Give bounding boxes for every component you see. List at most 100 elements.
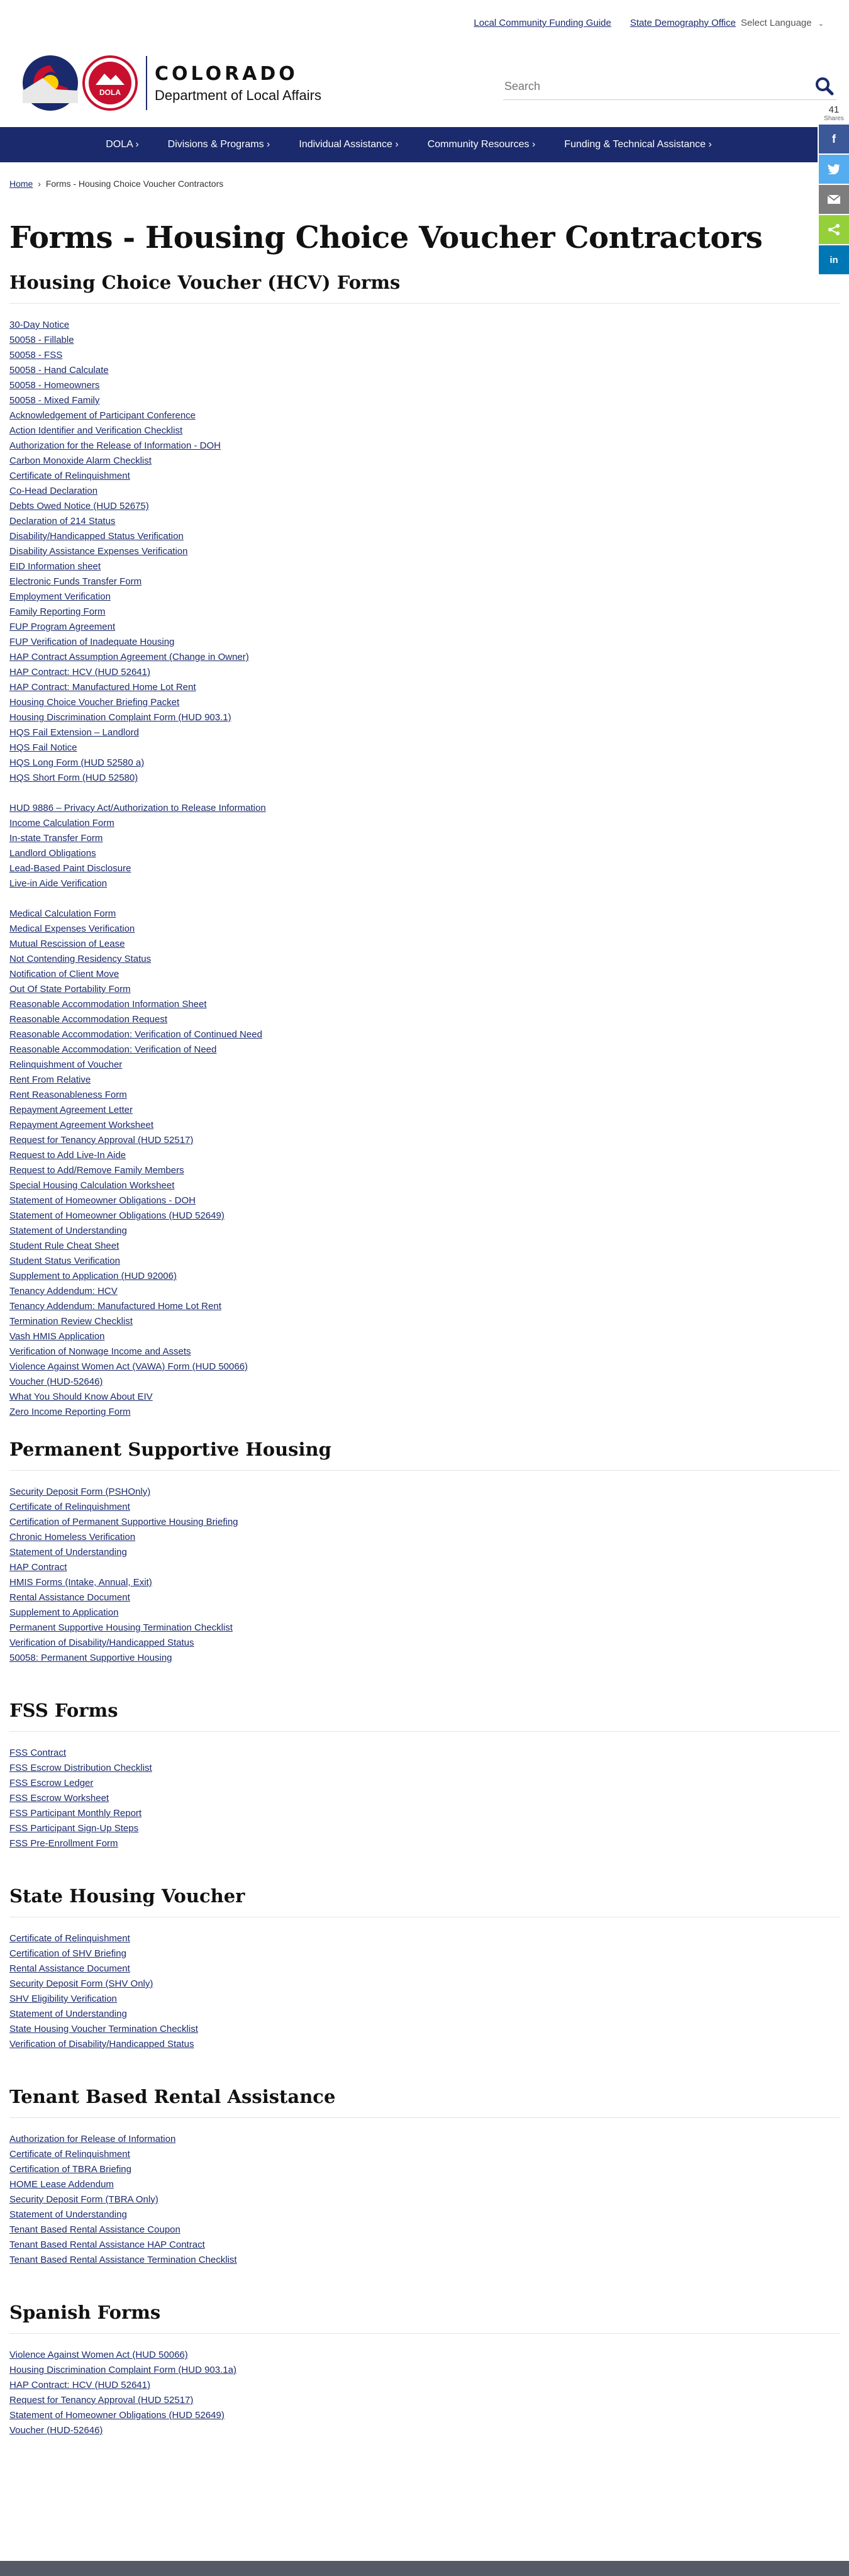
form-link[interactable]: Statement of Understanding [9, 1547, 127, 1558]
form-link[interactable]: Certificate of Relinquishment [9, 2149, 130, 2160]
form-link[interactable]: Tenant Based Rental Assistance Coupon [9, 2224, 180, 2235]
form-link[interactable]: Disability/Handicapped Status Verificati… [9, 531, 184, 542]
form-link[interactable]: FSS Escrow Worksheet [9, 1793, 109, 1804]
form-link[interactable]: Security Deposit Form (PSHOnly) [9, 1486, 150, 1497]
form-link[interactable]: Verification of Disability/Handicapped S… [9, 2039, 194, 2049]
form-link[interactable]: 50058 - FSS [9, 350, 62, 360]
form-link[interactable]: Verification of Nonwage Income and Asset… [9, 1346, 191, 1357]
form-link[interactable]: Medical Expenses Verification [9, 923, 135, 934]
form-link[interactable]: EID Information sheet [9, 561, 101, 572]
form-link[interactable]: 50058 - Homeowners [9, 380, 99, 391]
facebook-share-button[interactable]: f [819, 125, 849, 153]
form-link[interactable]: Co-Head Declaration [9, 486, 97, 496]
form-link[interactable]: FSS Escrow Distribution Checklist [9, 1763, 152, 1773]
form-link[interactable]: HAP Contract [9, 1562, 67, 1573]
form-link[interactable]: Reasonable Accommodation Information She… [9, 999, 207, 1010]
search-icon[interactable] [815, 77, 834, 96]
form-link[interactable]: Authorization for the Release of Informa… [9, 440, 221, 451]
form-link[interactable]: Request to Add/Remove Family Members [9, 1165, 184, 1176]
form-link[interactable]: 30-Day Notice [9, 320, 69, 330]
form-link[interactable]: Carbon Monoxide Alarm Checklist [9, 455, 152, 466]
form-link[interactable]: Vash HMIS Application [9, 1331, 104, 1342]
form-link[interactable]: HAP Contract: HCV (HUD 52641) [9, 2380, 150, 2390]
form-link[interactable]: HOME Lease Addendum [9, 2179, 114, 2190]
form-link[interactable]: Reasonable Accommodation Request [9, 1014, 167, 1025]
form-link[interactable]: Violence Against Women Act (HUD 50066) [9, 2350, 188, 2360]
form-link[interactable]: HAP Contract: HCV (HUD 52641) [9, 667, 150, 677]
form-link[interactable]: Student Status Verification [9, 1256, 120, 1266]
form-link[interactable]: Tenancy Addendum: HCV [9, 1286, 118, 1296]
form-link[interactable]: FSS Pre-Enrollment Form [9, 1838, 118, 1849]
form-link[interactable]: HAP Contract: Manufactured Home Lot Rent [9, 682, 196, 693]
form-link[interactable]: Request to Add Live-In Aide [9, 1150, 126, 1161]
form-link[interactable]: Rental Assistance Document [9, 1963, 130, 1974]
form-link[interactable]: Authorization for Release of Information [9, 2134, 175, 2144]
form-link[interactable]: Statement of Understanding [9, 2209, 127, 2220]
form-link[interactable]: Statement of Understanding [9, 1225, 127, 1236]
form-link[interactable]: Declaration of 214 Status [9, 516, 115, 527]
form-link[interactable]: Lead-Based Paint Disclosure [9, 863, 131, 874]
search-input[interactable] [503, 74, 795, 98]
form-link[interactable]: FSS Escrow Ledger [9, 1778, 93, 1788]
form-link[interactable]: Out Of State Portability Form [9, 984, 131, 995]
form-link[interactable]: HQS Fail Extension – Landlord [9, 727, 139, 738]
form-link[interactable]: Student Rule Cheat Sheet [9, 1241, 119, 1251]
form-link[interactable]: Zero Income Reporting Form [9, 1407, 131, 1417]
form-link[interactable]: Statement of Homeowner Obligations (HUD … [9, 1210, 225, 1221]
form-link[interactable]: Action Identifier and Verification Check… [9, 425, 182, 436]
form-link[interactable]: What You Should Know About EIV [9, 1391, 153, 1402]
form-link[interactable]: Special Housing Calculation Worksheet [9, 1180, 174, 1191]
form-link[interactable]: Income Calculation Form [9, 818, 114, 828]
form-link[interactable]: Request for Tenancy Approval (HUD 52517) [9, 2395, 193, 2406]
form-link[interactable]: HQS Fail Notice [9, 742, 77, 753]
form-link[interactable]: Security Deposit Form (SHV Only) [9, 1978, 153, 1989]
form-link[interactable]: Statement of Understanding [9, 2009, 127, 2019]
form-link[interactable]: Housing Discrimination Complaint Form (H… [9, 2365, 236, 2375]
form-link[interactable]: Termination Review Checklist [9, 1316, 133, 1327]
form-link[interactable]: Certificate of Relinquishment [9, 471, 130, 481]
form-link[interactable]: SHV Eligibility Verification [9, 1993, 117, 2004]
form-link[interactable]: Supplement to Application [9, 1607, 118, 1618]
form-link[interactable]: Rent Reasonableness Form [9, 1090, 127, 1100]
form-link[interactable]: 50058 - Fillable [9, 335, 74, 345]
breadcrumb-home[interactable]: Home [9, 179, 33, 189]
form-link[interactable]: Live-in Aide Verification [9, 878, 107, 889]
form-link[interactable]: Chronic Homeless Verification [9, 1532, 135, 1542]
email-share-button[interactable] [819, 185, 849, 214]
form-link[interactable]: Family Reporting Form [9, 606, 106, 617]
form-link[interactable]: Repayment Agreement Worksheet [9, 1120, 153, 1130]
form-link[interactable]: HAP Contract Assumption Agreement (Chang… [9, 652, 249, 662]
utility-link-demography[interactable]: State Demography Office [630, 18, 736, 28]
form-link[interactable]: Relinquishment of Voucher [9, 1059, 122, 1070]
form-link[interactable]: Rental Assistance Document [9, 1592, 130, 1603]
form-link[interactable]: Electronic Funds Transfer Form [9, 576, 142, 587]
form-link[interactable]: Certification of SHV Briefing [9, 1948, 126, 1959]
form-link[interactable]: Certification of TBRA Briefing [9, 2164, 131, 2175]
form-link[interactable]: Certification of Permanent Supportive Ho… [9, 1517, 238, 1527]
form-link[interactable]: Verification of Disability/Handicapped S… [9, 1637, 194, 1648]
form-link[interactable]: 50058 - Hand Calculate [9, 365, 109, 376]
form-link[interactable]: Supplement to Application (HUD 92006) [9, 1271, 177, 1281]
form-link[interactable]: Notification of Client Move [9, 969, 119, 979]
nav-item-individual-assistance[interactable]: Individual Assistance › [299, 139, 398, 150]
form-link[interactable]: Landlord Obligations [9, 848, 96, 859]
form-link[interactable]: FSS Participant Sign-Up Steps [9, 1823, 138, 1834]
form-link[interactable]: In-state Transfer Form [9, 833, 103, 844]
form-link[interactable]: Tenant Based Rental Assistance Terminati… [9, 2255, 237, 2265]
form-link[interactable]: Debts Owed Notice (HUD 52675) [9, 501, 149, 511]
form-link[interactable]: Request for Tenancy Approval (HUD 52517) [9, 1135, 193, 1146]
form-link[interactable]: HQS Short Form (HUD 52580) [9, 772, 138, 783]
nav-item-dola[interactable]: DOLA › [106, 139, 138, 150]
form-link[interactable]: FUP Verification of Inadequate Housing [9, 637, 174, 647]
form-link[interactable]: Not Contending Residency Status [9, 954, 151, 964]
form-link[interactable]: FSS Contract [9, 1748, 66, 1758]
form-link[interactable]: Security Deposit Form (TBRA Only) [9, 2194, 158, 2205]
form-link[interactable]: Mutual Rescission of Lease [9, 939, 125, 949]
form-link[interactable]: Tenant Based Rental Assistance HAP Contr… [9, 2239, 205, 2250]
form-link[interactable]: Statement of Homeowner Obligations - DOH [9, 1195, 196, 1206]
form-link[interactable]: Housing Discrimination Complaint Form (H… [9, 712, 231, 723]
form-link[interactable]: Permanent Supportive Housing Termination… [9, 1622, 233, 1633]
form-link[interactable]: 50058 - Mixed Family [9, 395, 99, 406]
form-link[interactable]: FSS Participant Monthly Report [9, 1808, 142, 1819]
form-link[interactable]: Housing Choice Voucher Briefing Packet [9, 697, 179, 708]
